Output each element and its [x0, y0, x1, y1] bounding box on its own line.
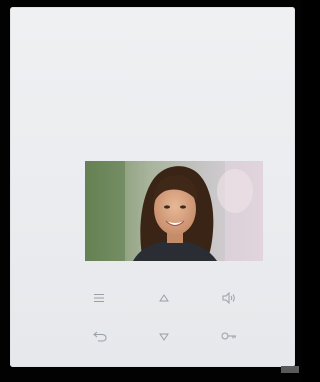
- menu-icon: [94, 294, 104, 302]
- down-button[interactable]: [153, 329, 175, 345]
- visitor-video-feed: [85, 161, 263, 261]
- up-arrow-icon: [159, 294, 169, 302]
- video-screen: [85, 161, 263, 261]
- unlock-button[interactable]: [218, 328, 240, 344]
- back-icon: [93, 331, 107, 342]
- volume-button[interactable]: [218, 290, 240, 306]
- volume-icon: [222, 292, 235, 304]
- back-button[interactable]: [89, 328, 111, 344]
- background: [0, 0, 302, 382]
- intercom-monitor: [10, 7, 295, 367]
- unlock-key-icon: [221, 332, 236, 340]
- brand-logo: [281, 366, 299, 373]
- menu-button[interactable]: [88, 290, 110, 306]
- up-button[interactable]: [153, 290, 175, 306]
- down-arrow-icon: [159, 333, 169, 341]
